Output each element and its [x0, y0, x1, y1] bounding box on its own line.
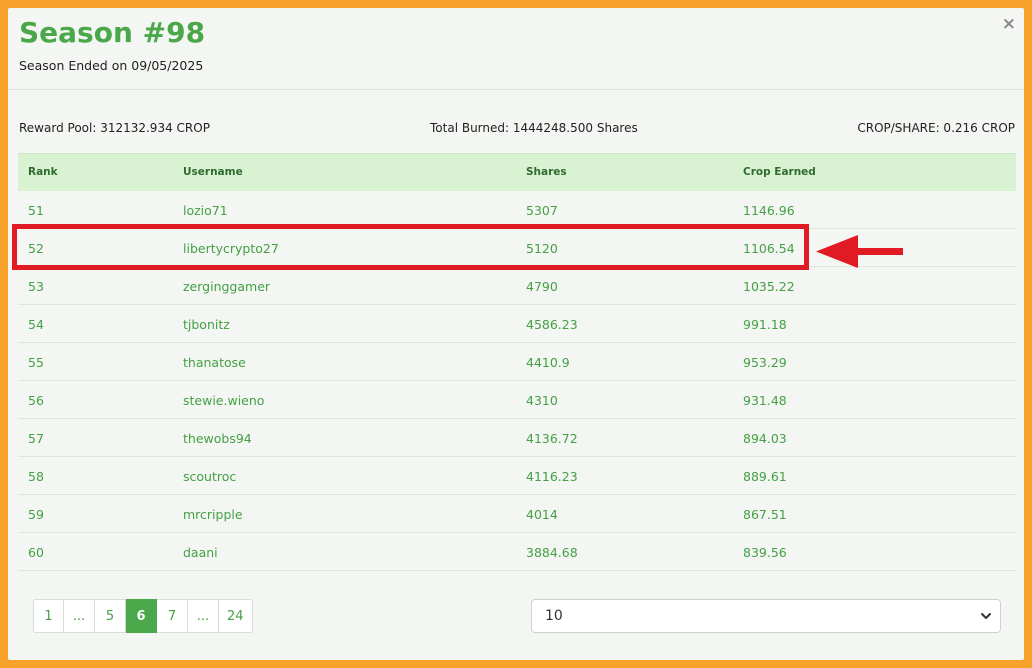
cell-crop-earned: 889.61	[743, 469, 787, 484]
cell-crop-earned: 931.48	[743, 393, 787, 408]
header-shares[interactable]: Shares	[526, 166, 567, 178]
cell-rank: 53	[28, 279, 44, 294]
season-end-date: Season Ended on 09/05/2025	[19, 58, 204, 73]
cell-crop-earned: 1146.96	[743, 203, 795, 218]
cell-crop-earned: 991.18	[743, 317, 787, 332]
cell-crop-earned: 1035.22	[743, 279, 795, 294]
page-button[interactable]: 1	[33, 599, 64, 633]
highlight-box	[12, 224, 809, 270]
cell-rank: 58	[28, 469, 44, 484]
cell-rank: 60	[28, 545, 44, 560]
cell-crop-earned: 839.56	[743, 545, 787, 560]
table-row: 57 thewobs94 4136.72 894.03	[18, 419, 1016, 457]
pagination: 1... 5 6 7... 24	[33, 599, 253, 633]
page-size-select[interactable]: 10	[531, 599, 1001, 633]
page-button[interactable]: 5	[95, 599, 126, 633]
cell-rank: 59	[28, 507, 44, 522]
page-size-value: 10	[545, 608, 563, 624]
page-title: Season #98	[19, 16, 206, 49]
cell-rank: 56	[28, 393, 44, 408]
cell-username: thanatose	[183, 355, 246, 370]
page-button[interactable]: 6	[126, 599, 157, 633]
cell-username: lozio71	[183, 203, 228, 218]
pagination-ellipsis[interactable]: ...	[64, 599, 95, 633]
cell-rank: 57	[28, 431, 44, 446]
cell-shares: 3884.68	[526, 545, 578, 560]
reward-pool: Reward Pool: 312132.934 CROP	[19, 121, 210, 135]
table-row: 59 mrcripple 4014 867.51	[18, 495, 1016, 533]
table-row: 54 tjbonitz 4586.23 991.18	[18, 305, 1016, 343]
page-button[interactable]: 7	[157, 599, 188, 633]
table-row: 58 scoutroc 4116.23 889.61	[18, 457, 1016, 495]
cell-rank: 54	[28, 317, 44, 332]
cell-username: scoutroc	[183, 469, 237, 484]
cell-shares: 4586.23	[526, 317, 578, 332]
cell-crop-earned: 867.51	[743, 507, 787, 522]
page-button[interactable]: 24	[219, 599, 253, 633]
table-header: Rank Username Shares Crop Earned	[18, 153, 1016, 191]
cell-rank: 51	[28, 203, 44, 218]
cell-shares: 4410.9	[526, 355, 570, 370]
cell-username: daani	[183, 545, 218, 560]
cell-username: mrcripple	[183, 507, 243, 522]
cell-shares: 4116.23	[526, 469, 578, 484]
header-rank[interactable]: Rank	[28, 166, 58, 178]
cell-shares: 4790	[526, 279, 558, 294]
table-row: 56 stewie.wieno 4310 931.48	[18, 381, 1016, 419]
cell-shares: 4014	[526, 507, 558, 522]
chevron-down-icon	[981, 613, 991, 619]
table-row: 55 thanatose 4410.9 953.29	[18, 343, 1016, 381]
cell-shares: 5307	[526, 203, 558, 218]
close-icon[interactable]: ×	[1002, 16, 1016, 33]
cell-shares: 4136.72	[526, 431, 578, 446]
leaderboard-table: Rank Username Shares Crop Earned 51 lozio…	[18, 153, 1016, 571]
header-crop-earned[interactable]: Crop Earned	[743, 166, 816, 178]
cell-rank: 55	[28, 355, 44, 370]
cell-username: zerginggamer	[183, 279, 271, 294]
season-modal: × Season #98 Season Ended on 09/05/2025 …	[8, 8, 1024, 660]
total-burned: Total Burned: 1444248.500 Shares	[430, 121, 638, 135]
table-row: 53 zerginggamer 4790 1035.22	[18, 267, 1016, 305]
cell-username: tjbonitz	[183, 317, 230, 332]
crop-per-share: CROP/SHARE: 0.216 CROP	[857, 121, 1015, 135]
arrow-left-icon	[816, 235, 903, 268]
cell-crop-earned: 894.03	[743, 431, 787, 446]
cell-username: stewie.wieno	[183, 393, 265, 408]
cell-crop-earned: 953.29	[743, 355, 787, 370]
cell-username: thewobs94	[183, 431, 252, 446]
header-username[interactable]: Username	[183, 166, 243, 178]
cell-shares: 4310	[526, 393, 558, 408]
header-divider	[8, 89, 1024, 90]
pagination-ellipsis[interactable]: ...	[188, 599, 219, 633]
table-row: 60 daani 3884.68 839.56	[18, 533, 1016, 571]
